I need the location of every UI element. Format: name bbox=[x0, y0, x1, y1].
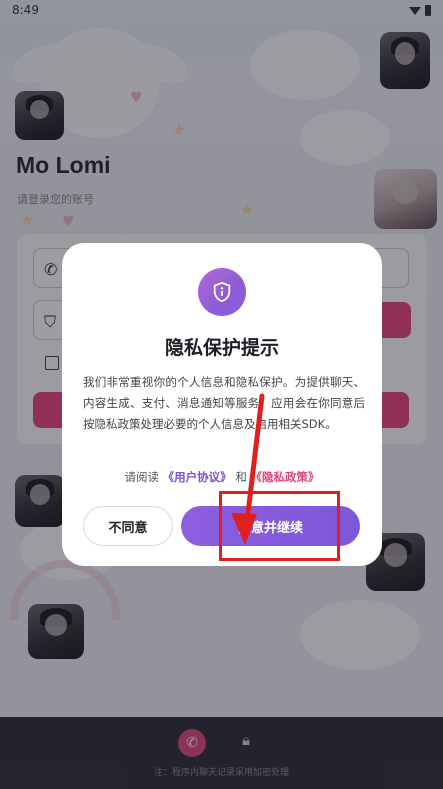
shield-info-glyph bbox=[213, 281, 231, 303]
user-agreement-link[interactable]: 《用户协议》 bbox=[163, 470, 232, 484]
dialog-title: 隐私保护提示 bbox=[164, 337, 279, 359]
agreement-links: 请阅读 《用户协议》 和 《隐私政策》 bbox=[62, 469, 382, 485]
links-and: 和 bbox=[235, 470, 247, 484]
highlight-box bbox=[219, 491, 340, 561]
dialog-body: 我们非常重视你的个人信息和隐私保护。为提供聊天、内容生成、支付、消息通知等服务，… bbox=[83, 375, 365, 431]
decline-button[interactable]: 不同意 bbox=[83, 506, 173, 546]
shield-info-icon bbox=[198, 268, 246, 316]
links-prefix: 请阅读 bbox=[124, 470, 160, 484]
privacy-policy-link[interactable]: 《隐私政策》 bbox=[250, 470, 319, 484]
